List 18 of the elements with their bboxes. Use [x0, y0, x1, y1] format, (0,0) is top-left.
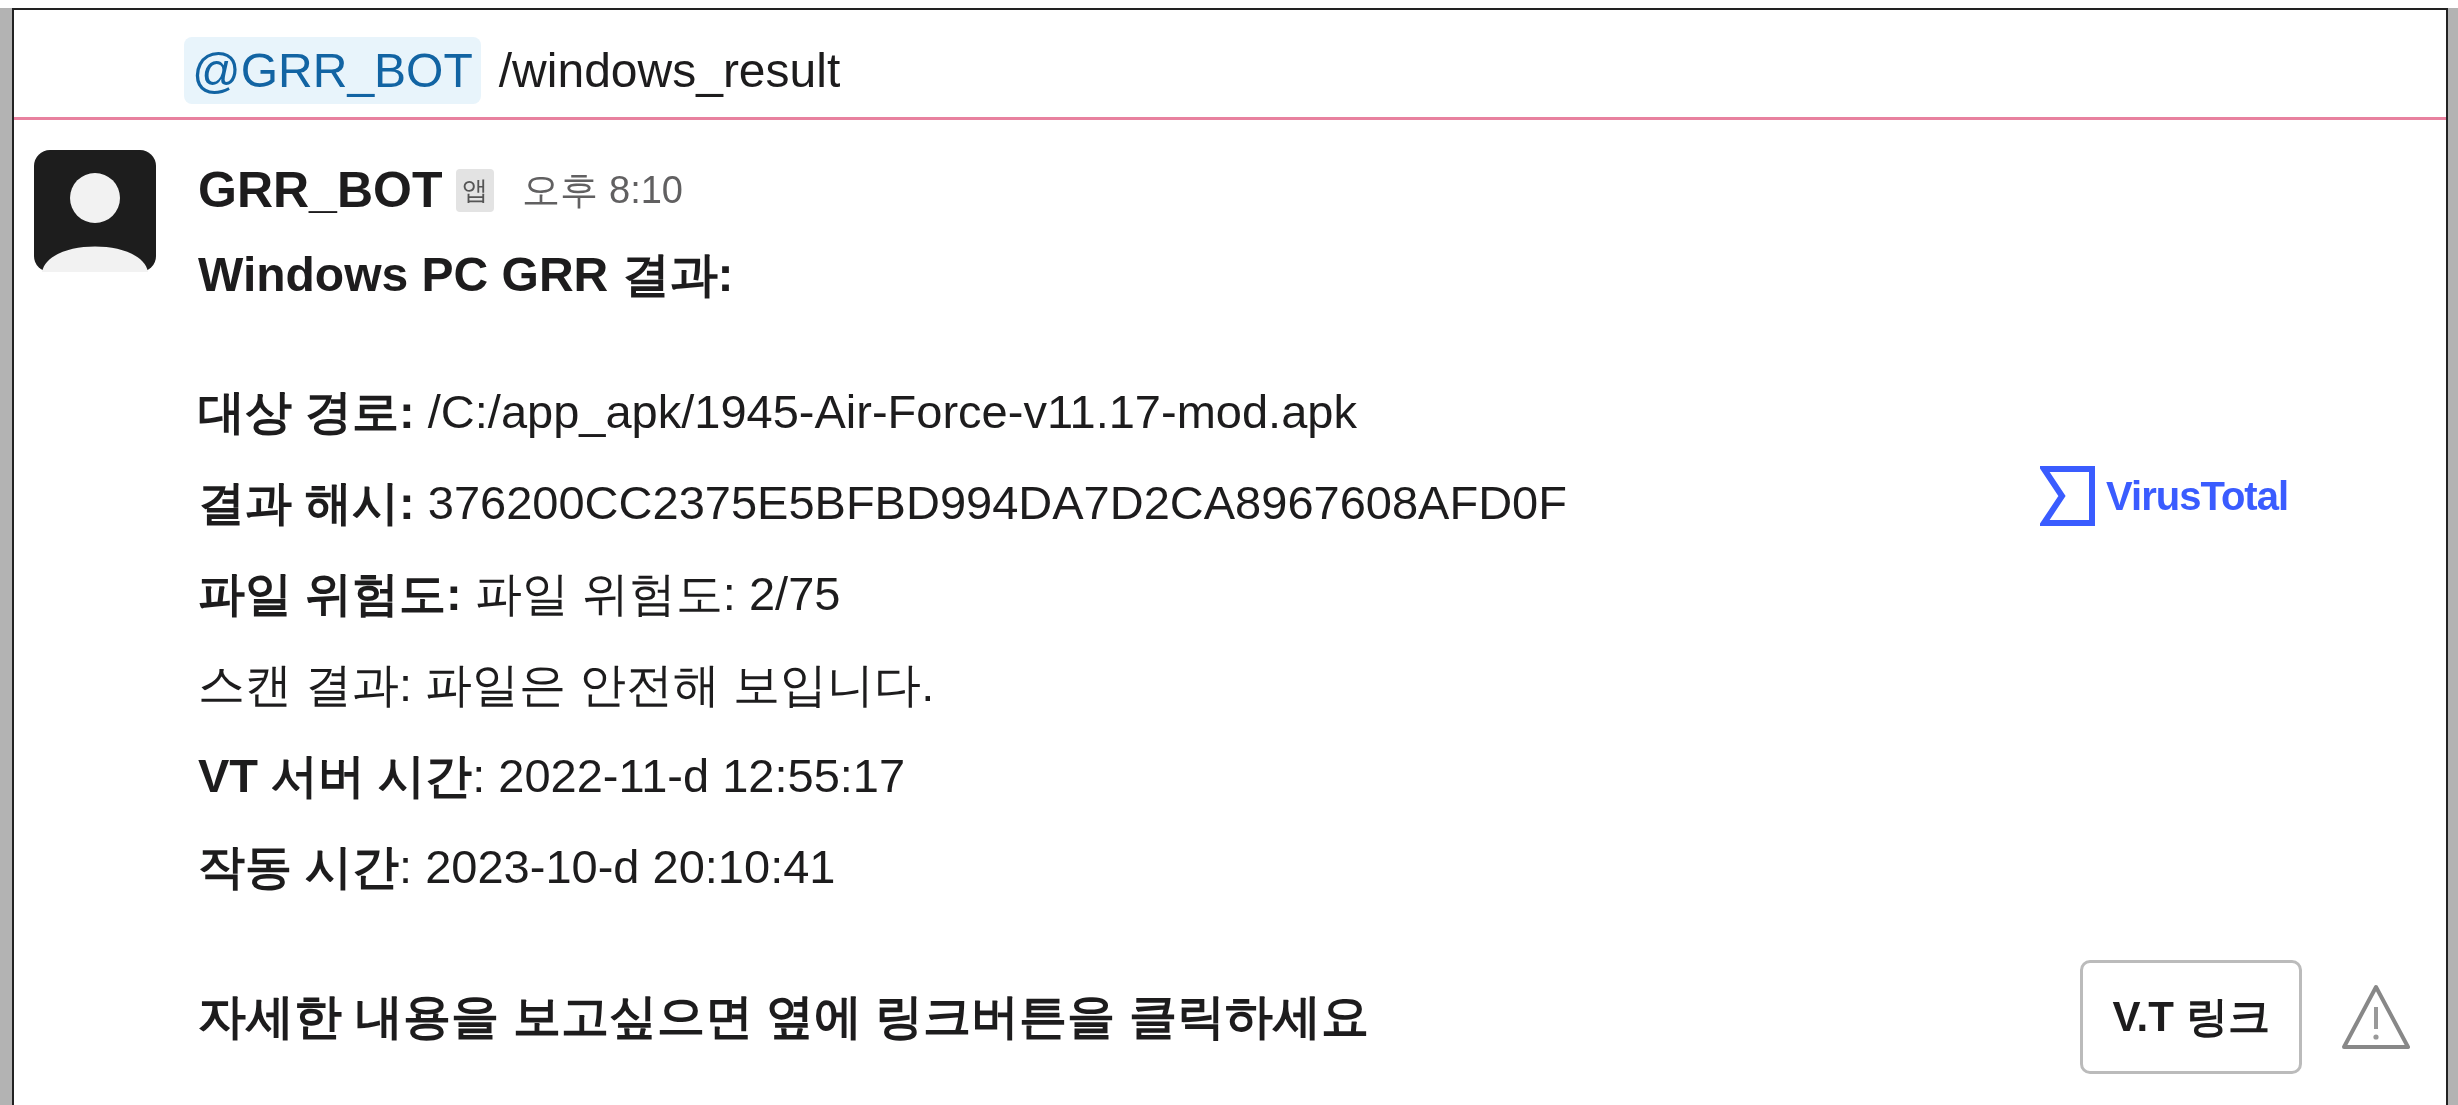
result-line: VT 서버 시간: 2022-11-d 12:55:17: [198, 748, 907, 804]
message-title: Windows PC GRR 결과:: [198, 247, 735, 303]
result-line: 파일 위험도: 파일 위험도: 2/75: [198, 566, 842, 622]
avatar-icon: [34, 150, 156, 272]
warning-icon[interactable]: [2340, 983, 2412, 1051]
app-badge: 앱: [456, 168, 495, 212]
result-line: 결과 해시: 376200CC2375E5BFBD994DA7D2CA8967608AFD0F: [198, 475, 1568, 531]
sender-name[interactable]: GRR_BOT: [198, 161, 443, 219]
result-line: 작동 시간: 2023-10-d 20:10:41: [198, 839, 837, 895]
command-text: /windows_result: [498, 43, 841, 98]
mention-tag[interactable]: @GRR_BOT: [184, 37, 481, 104]
logo-text: VirusTotal: [2106, 473, 2288, 519]
sigma-logo-icon: [2040, 465, 2097, 527]
result-line: 스캔 결과: 파일은 안전해 보입니다.: [198, 657, 936, 713]
result-line: 대상 경로: /C:/app_apk/1945-Air-Force-v11.17-mod.apk: [198, 384, 1358, 440]
footer-text: 자세한 내용을 보고싶으면 옆에 링크버튼을 클릭하세요: [198, 989, 1370, 1045]
message-time[interactable]: 오후 8:10: [522, 164, 683, 216]
link-button[interactable]: V.T 링크: [2080, 960, 2302, 1074]
